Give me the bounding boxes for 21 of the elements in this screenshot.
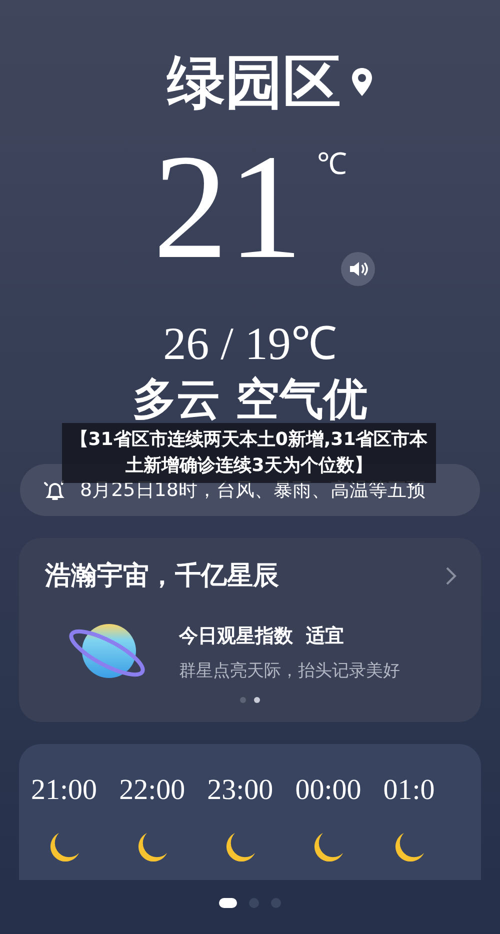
- headline-caption: 【31省区市连续两天本土0新增,31省区市本土新增确诊连续3天为个位数】: [62, 423, 436, 483]
- hour-label: 21:00: [31, 774, 98, 807]
- speaker-icon[interactable]: [341, 252, 375, 286]
- hour-label: 00:00: [295, 774, 362, 807]
- temperature-unit: ℃: [317, 147, 347, 183]
- hour-label: 23:00: [207, 774, 274, 807]
- card-subtitle: 群星点亮天际，抬头记录美好: [179, 660, 400, 682]
- temperature-range: 26 / 19℃: [163, 317, 337, 371]
- stargazing-index-label: 今日观星指数: [179, 624, 293, 646]
- chevron-right-icon: [445, 566, 457, 586]
- stargazing-card[interactable]: 浩瀚宇宙，千亿星辰 今日观星指数 适宜 群星点亮天际，抬头记录美好: [19, 538, 481, 722]
- carousel-dot[interactable]: [240, 697, 246, 703]
- card-title: 浩瀚宇宙，千亿星辰: [45, 560, 279, 593]
- current-temperature: 21: [153, 132, 303, 282]
- hour-label: 01:0: [383, 774, 435, 807]
- stargazing-index-value: 适宜: [306, 624, 344, 646]
- location-pin-icon: [351, 67, 373, 97]
- city-name: 绿园区: [167, 47, 341, 118]
- carousel-dot[interactable]: [254, 697, 260, 703]
- hour-label: 22:00: [119, 774, 186, 807]
- weather-condition: 多云 空气优: [132, 378, 368, 422]
